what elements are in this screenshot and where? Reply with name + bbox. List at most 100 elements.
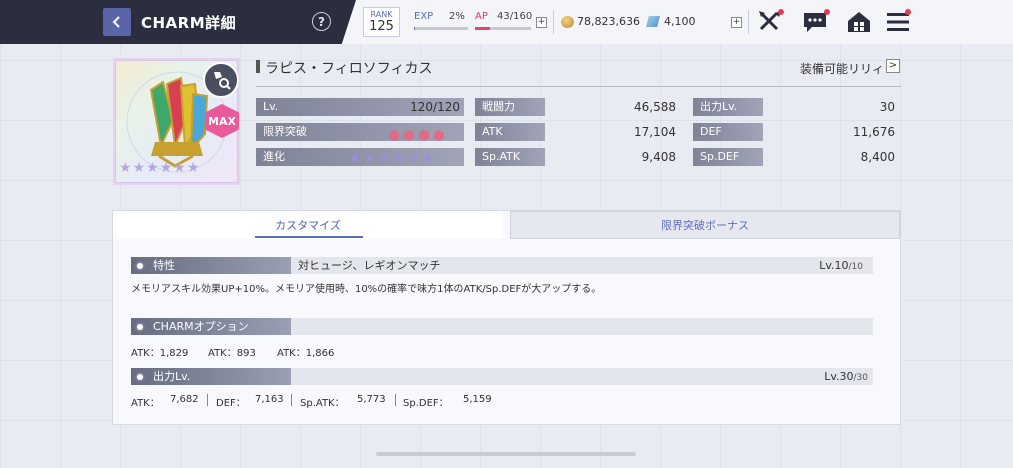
menu-icon[interactable] xyxy=(885,9,911,35)
exp-bar-fill xyxy=(414,27,416,30)
output-title: 出力Lv. xyxy=(153,370,191,383)
notification-dot xyxy=(824,9,830,15)
trait-level-value: Lv.10 xyxy=(819,259,849,272)
option-title: CHARMオプション xyxy=(153,320,249,333)
spatk-label: Sp.ATK xyxy=(475,148,545,166)
help-icon[interactable]: ? xyxy=(312,12,331,31)
gem-value: 4,100 xyxy=(664,15,696,28)
tab-customize[interactable]: カスタマイズ xyxy=(113,211,503,239)
section-dot-icon xyxy=(137,374,143,380)
chat-icon[interactable] xyxy=(802,9,830,35)
option-value-1: ATK：1,829 xyxy=(131,348,189,359)
ap-value: 43/160 xyxy=(497,11,533,22)
trait-subtitle: 対ヒュージ、レギオンマッチ xyxy=(298,259,441,272)
top-bar: CHARM詳細 ? RANK 125 EXP 2% AP 43/160 + 78… xyxy=(0,0,1013,44)
rarity-star-icon: ★ xyxy=(146,160,159,176)
limit-gem-icon xyxy=(404,130,414,141)
rarity-star-icon: ★ xyxy=(159,160,173,176)
output-lv-label: 出力Lv. xyxy=(693,98,763,116)
output-level: Lv.30/30 xyxy=(790,368,868,387)
charm-image-card[interactable]: MAX ★ ★ ★ ★ ★ ★ xyxy=(113,58,240,185)
trait-description: メモリアスキル効果UP+10%。メモリア使用時、10%の確率で味方1体のATK/… xyxy=(131,284,602,295)
trait-title: 特性 xyxy=(153,259,175,272)
gem-icon xyxy=(646,16,660,27)
evolution-star-icon: ★ xyxy=(422,151,434,166)
ap-bar xyxy=(475,27,531,30)
rarity-star-icon: ★ xyxy=(119,160,132,176)
equippable-lily-arrow-button[interactable]: > xyxy=(886,59,900,73)
lv-value: 120/120 xyxy=(410,100,460,114)
name-accent-bar xyxy=(256,60,260,73)
output-level-value: Lv.30 xyxy=(824,370,854,383)
page-title: CHARM詳細 xyxy=(141,14,237,32)
equippable-lily-link[interactable]: 装備可能リリィ xyxy=(800,60,884,77)
chevron-left-icon xyxy=(112,16,120,28)
evolution-star-icon: ★ xyxy=(407,151,420,166)
separator xyxy=(207,394,208,406)
separator xyxy=(395,394,396,406)
spdef-label: Sp.DEF xyxy=(693,148,763,166)
output-def-value: 7,163 xyxy=(255,394,284,405)
charm-name: ラピス・フィロソフィカス xyxy=(265,61,433,77)
magnify-icon xyxy=(214,72,231,90)
active-tab-indicator xyxy=(255,236,363,238)
rarity-stars: ★ ★ ★ ★ ★ ★ xyxy=(119,161,199,175)
evolution-star-icon: ★ xyxy=(349,151,361,166)
output-spatk-value: 5,773 xyxy=(357,394,386,405)
trait-level-max: /10 xyxy=(848,262,863,272)
section-dot-icon xyxy=(137,324,143,330)
evolution-star-icon: ★ xyxy=(363,151,376,166)
power-value: 46,588 xyxy=(634,100,676,114)
limit-gem-icon xyxy=(419,130,429,141)
divider xyxy=(748,10,749,34)
spdef-value: 8,400 xyxy=(860,150,895,164)
crossed-swords-icon[interactable] xyxy=(757,9,784,35)
option-value-2: ATK：893 xyxy=(208,348,256,359)
rarity-star-icon: ★ xyxy=(132,160,146,176)
gem-plus-button[interactable]: + xyxy=(731,17,742,28)
coin-value: 78,823,636 xyxy=(577,15,640,28)
exp-label: EXP xyxy=(414,11,434,22)
evolution-stars: ★ ★ ★ ★ ★ ★ xyxy=(346,148,434,168)
output-level-max: /30 xyxy=(853,373,868,383)
section-dot-icon xyxy=(137,263,143,269)
power-label: 戦闘力 xyxy=(475,98,545,116)
divider xyxy=(553,10,554,34)
output-lv-value: 30 xyxy=(879,100,895,114)
separator xyxy=(291,394,292,406)
output-spatk-label: Sp.ATK： xyxy=(300,398,345,409)
output-spdef-label: Sp.DEF： xyxy=(403,398,449,409)
notification-dot xyxy=(905,9,911,15)
ap-plus-button[interactable]: + xyxy=(536,17,547,28)
tab-limit-break-bonus-label: 限界突破ボーナス xyxy=(661,219,749,232)
rarity-star-icon: ★ xyxy=(173,160,186,176)
limit-gem-icon xyxy=(434,130,444,141)
evolution-star-icon: ★ xyxy=(378,151,390,166)
option-value-3: ATK：1,866 xyxy=(277,348,335,359)
rank-value: 125 xyxy=(369,19,394,34)
limit-gem-icon xyxy=(389,130,399,141)
def-label: DEF xyxy=(693,123,763,141)
output-def-label: DEF： xyxy=(216,398,246,409)
zoom-button[interactable] xyxy=(203,62,239,98)
output-atk-value: 7,682 xyxy=(170,394,199,405)
atk-value: 17,104 xyxy=(634,125,676,139)
spatk-value: 9,408 xyxy=(641,150,676,164)
evolution-star-icon: ★ xyxy=(392,151,405,166)
exp-bar xyxy=(414,27,468,30)
output-spdef-value: 5,159 xyxy=(463,394,492,405)
home-icon[interactable] xyxy=(846,9,872,35)
exp-percent: 2% xyxy=(449,11,465,22)
trait-level: Lv.10/10 xyxy=(790,257,863,276)
name-divider xyxy=(256,86,901,87)
home-indicator[interactable] xyxy=(376,452,636,456)
notification-dot xyxy=(778,9,784,15)
coin-icon xyxy=(561,16,574,28)
ap-label: AP xyxy=(475,11,488,22)
output-atk-label: ATK： xyxy=(131,398,160,409)
tab-customize-label: カスタマイズ xyxy=(275,219,341,232)
tab-limit-break-bonus[interactable]: 限界突破ボーナス xyxy=(510,211,900,239)
back-button[interactable] xyxy=(103,8,131,36)
def-value: 11,676 xyxy=(853,125,895,139)
rarity-star-icon: ★ xyxy=(186,160,200,176)
